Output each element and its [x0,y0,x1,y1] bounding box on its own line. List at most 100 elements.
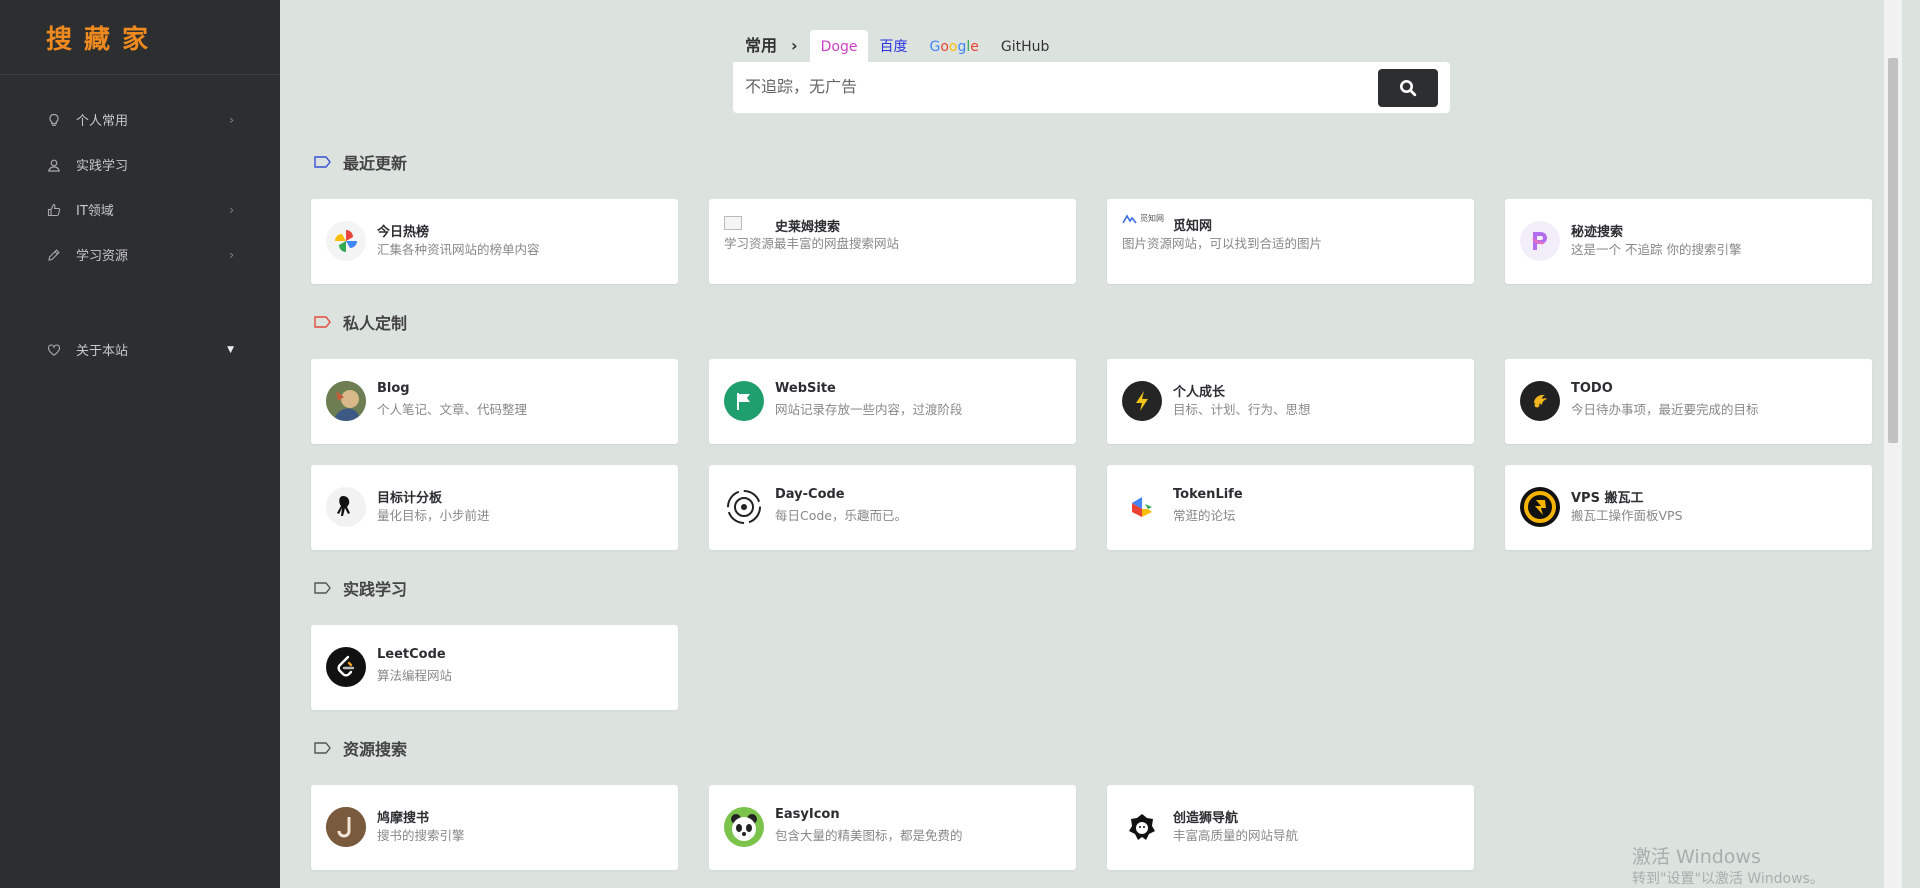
site-card-desc: 常逛的论坛 [1173,508,1236,523]
site-card-title: LeetCode [377,647,446,662]
search-group-label: 常用 [745,36,778,55]
site-card-desc: 搜书的搜索引擎 [377,828,465,843]
site-card-desc: 汇集各种资讯网站的榜单内容 [377,242,540,257]
site-card-jinri-rebang[interactable]: 今日热榜 汇集各种资讯网站的榜单内容 [311,199,678,284]
section-title-text: 最近更新 [343,154,408,173]
sidebar-item-practice[interactable]: 实践学习 [0,142,280,187]
site-card-title: 今日热榜 [377,225,430,240]
tag-icon [314,742,331,754]
site-card-title: WebSite [775,381,836,396]
vps-logo-icon [1520,487,1560,527]
miji-logo-icon [1520,221,1560,261]
chevron-right-icon: › [229,202,234,217]
todo-logo-icon [1520,381,1560,421]
section-title-private: 私人定制 [314,310,407,334]
site-card-chuangzaoshi[interactable]: 创造狮导航 丰富高质量的网站导航 [1107,785,1474,870]
section-title-practice: 实践学习 [314,576,407,600]
chevron-right-icon: › [791,36,798,55]
site-card-todo[interactable]: TODO 今日待办事项，最近要完成的目标 [1505,359,1872,444]
scrollbar-thumb[interactable] [1888,58,1898,443]
site-card-vps[interactable]: VPS 搬瓦工 搬瓦工操作面板VPS [1505,465,1872,550]
site-card-title: TokenLife [1173,487,1243,502]
sidebar-item-label: 个人常用 [76,114,129,129]
site-card-tokenlife[interactable]: TokenLife 常逛的论坛 [1107,465,1474,550]
site-card-desc: 今日待办事项，最近要完成的目标 [1571,402,1759,417]
site-card-desc: 目标、计划、行为、思想 [1173,402,1311,417]
sidebar-item-resources[interactable]: 学习资源 › [0,232,280,277]
thumbs-up-icon [46,202,62,218]
section-title-text: 资源搜索 [343,740,408,759]
sidebar-item-label: IT领域 [76,204,114,219]
site-card-desc: 搬瓦工操作面板VPS [1571,508,1683,523]
sidebar-item-label: 学习资源 [76,249,129,264]
search-button[interactable] [1378,68,1438,107]
heart-icon [46,342,62,358]
tag-icon [314,582,331,594]
site-card-title: 觅知网 [1173,219,1213,234]
site-card-leetcode[interactable]: LeetCode 算法编程网站 [311,625,678,710]
site-card-title: Blog [377,381,410,396]
site-card-desc: 丰富高质量的网站导航 [1173,828,1299,843]
site-card-day-code[interactable]: Day-Code 每日Code，乐趣而已。 [709,465,1076,550]
jiumo-logo-icon [326,807,366,847]
site-card-desc: 包含大量的精美图标，都是免费的 [775,828,963,843]
site-card-blog[interactable]: Blog 个人笔记、文章、代码整理 [311,359,678,444]
pinwheel-icon [326,221,366,261]
site-card-easyicon[interactable]: EasyIcon 包含大量的精美图标，都是免费的 [709,785,1076,870]
site-card-website[interactable]: WebSite 网站记录存放一些内容，过渡阶段 [709,359,1076,444]
user-icon [46,157,62,173]
site-card-miji-search[interactable]: 秘迹搜索 这是一个 不追踪 你的搜索引擎 [1505,199,1872,284]
sidebar-item-personal[interactable]: 个人常用 › [0,97,280,142]
tab-google[interactable]: Google [918,30,989,62]
site-card-title: 鸠摩搜书 [377,811,430,826]
site-card-title: EasyIcon [775,807,840,822]
site-logo[interactable]: 搜藏家 [0,0,280,75]
main-content: 常用 › Doge 百度 Google GitHub 最近更新 今日热榜 汇集各… [280,0,1902,888]
panda-icon [724,807,764,847]
sidebar-item-about[interactable]: 关于本站 ▼ [0,327,280,372]
site-card-title: 个人成长 [1173,385,1226,400]
section-title-text: 私人定制 [343,314,408,333]
search-group-selector[interactable]: 常用 › [733,30,810,62]
sidebar-nav: 个人常用 › 实践学习 IT领域 › 学习资源 › 关于本站 ▼ [0,75,280,372]
site-logo-text[interactable]: 搜藏家 [46,19,160,56]
site-card-desc: 网站记录存放一些内容，过渡阶段 [775,402,963,417]
tag-icon [314,316,331,328]
target-icon [724,487,764,527]
windows-activation-hint: 转到"设置"以激活 Windows。 [1632,871,1824,887]
site-card-title: TODO [1571,381,1613,396]
tab-github[interactable]: GitHub [990,30,1061,62]
section-title-resources: 资源搜索 [314,736,407,760]
site-card-slime-search[interactable]: 史莱姆搜索 学习资源最丰富的网盘搜索网站 [709,199,1076,284]
search-input[interactable] [745,78,1378,97]
tokenlife-logo-icon [1122,487,1162,527]
sidebar-item-it[interactable]: IT领域 › [0,187,280,232]
search-panel: 常用 › Doge 百度 Google GitHub [733,30,1450,113]
search-engine-tabs: 常用 › Doge 百度 Google GitHub [733,30,1450,62]
sidebar: 搜藏家 个人常用 › 实践学习 IT领域 › 学习资源 › 关于本站 ▼ [0,0,280,888]
tab-doge[interactable]: Doge [809,30,869,62]
squid-logo-icon [326,487,366,527]
site-card-goal-board[interactable]: 目标计分板 量化目标，小步前进 [311,465,678,550]
broken-image-icon [724,216,742,230]
tag-icon [314,156,331,168]
mizhi-logo: 觅知网 [1122,213,1164,224]
sidebar-item-label: 关于本站 [76,344,129,359]
site-card-desc: 学习资源最丰富的网盘搜索网站 [724,236,900,251]
site-card-mizhi[interactable]: 觅知网 觅知网 图片资源网站，可以找到合适的图片 [1107,199,1474,284]
site-card-title: Day-Code [775,487,845,502]
site-card-jiumo[interactable]: 鸠摩搜书 搜书的搜索引擎 [311,785,678,870]
site-card-growth[interactable]: 个人成长 目标、计划、行为、思想 [1107,359,1474,444]
site-card-desc: 每日Code，乐趣而已。 [775,508,908,523]
chevron-right-icon: › [229,247,234,262]
tab-baidu[interactable]: 百度 [868,30,918,62]
google-letter: o [940,39,949,55]
google-letter: e [970,39,979,55]
lion-logo-icon [1122,807,1162,847]
scrollbar[interactable] [1884,0,1902,888]
site-card-desc: 个人笔记、文章、代码整理 [377,402,528,417]
site-card-title: VPS 搬瓦工 [1571,491,1644,506]
flag-icon [724,381,764,421]
lightning-icon [1122,381,1162,421]
sidebar-item-label: 实践学习 [76,159,129,174]
